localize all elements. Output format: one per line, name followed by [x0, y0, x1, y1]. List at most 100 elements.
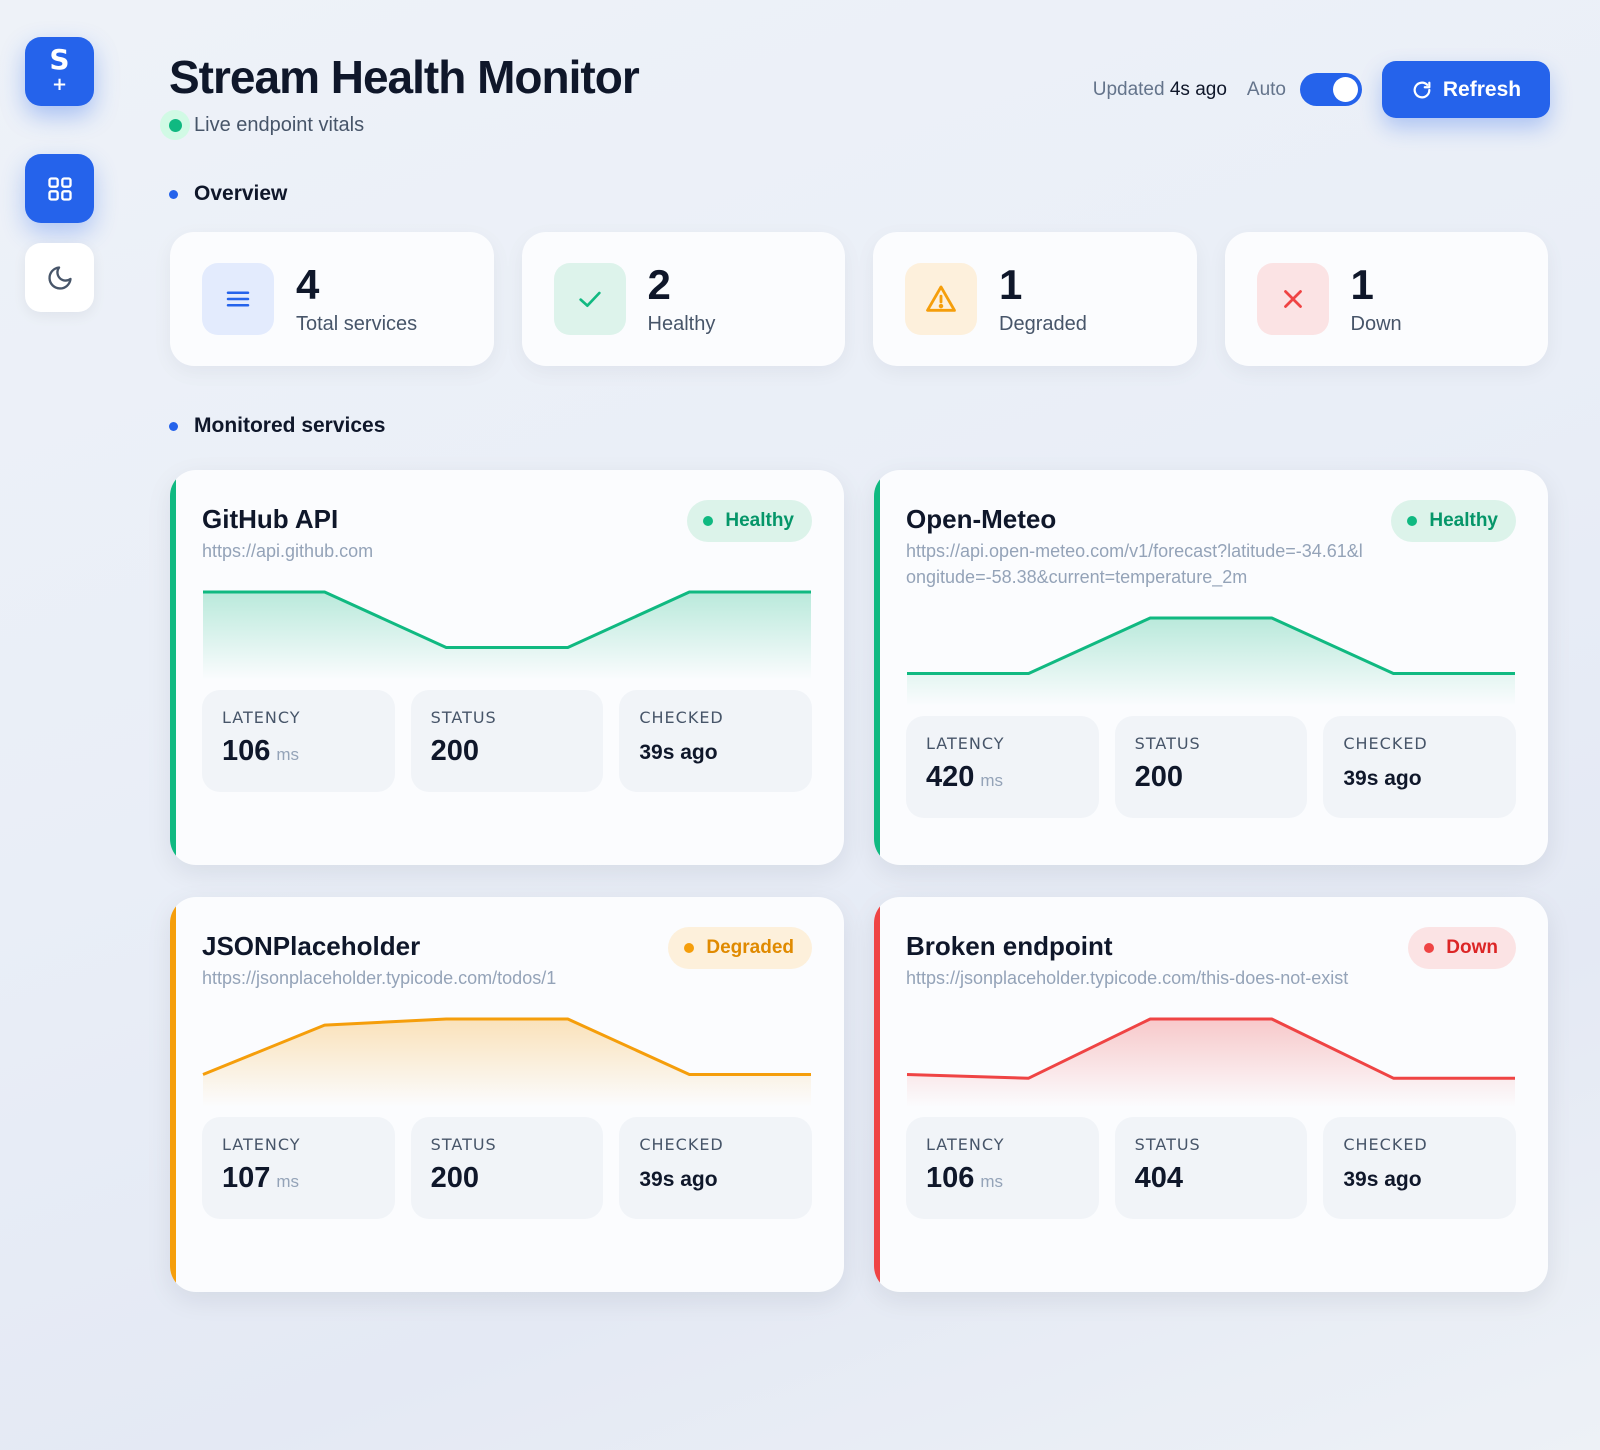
- service-url: https://api.open-meteo.com/v1/forecast?l…: [906, 541, 1363, 587]
- moon-icon: [47, 265, 72, 290]
- status-badge-label: Healthy: [725, 510, 794, 531]
- service-url: https://jsonplaceholder.typicode.com/tod…: [202, 968, 557, 988]
- service-card[interactable]: GitHub API Healthy https://api.github.co…: [170, 470, 844, 865]
- service-name: GitHub API: [202, 504, 339, 534]
- stat-label: Total services: [296, 312, 418, 335]
- x-icon: [1283, 290, 1302, 308]
- app-logo[interactable]: S +: [25, 37, 94, 106]
- status-dot-icon: [1407, 516, 1418, 526]
- status-dot-icon: [684, 943, 695, 953]
- refresh-icon: [1413, 81, 1431, 98]
- subtitle-text: Live endpoint vitals: [194, 113, 365, 136]
- status-badge: Healthy: [1391, 500, 1516, 542]
- latency-metric: LATENCY 106 ms: [906, 1117, 1099, 1219]
- services-heading: Monitored services: [169, 414, 385, 438]
- metric-label: LATENCY: [222, 1135, 301, 1154]
- auto-refresh-toggle[interactable]: [1300, 73, 1362, 106]
- status-metric: STATUS 404: [1114, 1117, 1308, 1219]
- refresh-label: Refresh: [1442, 77, 1522, 101]
- sparkline-area: [203, 592, 811, 680]
- stat-icon-box: [1256, 263, 1329, 335]
- checked-metric: CHECKED 39s ago: [619, 1117, 813, 1219]
- sparkline-area: [907, 1019, 1515, 1107]
- stat-value: 2: [647, 260, 671, 308]
- updated-prefix: Updated: [1092, 78, 1165, 100]
- metric-label: LATENCY: [926, 1135, 1005, 1154]
- stat-icon-box: [553, 263, 626, 335]
- list-icon: [226, 291, 250, 307]
- updated-value: 4s ago: [1169, 78, 1227, 100]
- stat-card-down: 1 Down: [1224, 232, 1548, 366]
- latency-unit: ms: [980, 771, 1004, 790]
- refresh-button[interactable]: Refresh: [1382, 61, 1550, 118]
- metric-label: CHECKED: [1343, 1135, 1428, 1154]
- status-code-value: 200: [1134, 761, 1184, 793]
- grid-icon: [47, 176, 72, 201]
- latency-unit: ms: [276, 745, 300, 764]
- checked-value: 39s ago: [639, 1168, 718, 1191]
- checked-metric: CHECKED 39s ago: [1323, 1117, 1517, 1219]
- checked-value: 39s ago: [1343, 767, 1422, 790]
- status-code-value: 200: [430, 1162, 480, 1194]
- status-metric: STATUS 200: [410, 690, 604, 792]
- latency-metric: LATENCY 106 ms: [202, 690, 395, 792]
- status-badge-label: Down: [1446, 937, 1498, 958]
- status-metric: STATUS 200: [410, 1117, 604, 1219]
- sparkline-area: [203, 1019, 811, 1107]
- stat-label: Degraded: [999, 312, 1087, 335]
- status-accent-bar: [874, 897, 880, 1292]
- overview-heading-text: Overview: [194, 182, 288, 205]
- services-heading-text: Monitored services: [194, 414, 386, 437]
- page-subtitle: Live endpoint vitals: [160, 110, 364, 140]
- dashboard-nav-button[interactable]: [25, 154, 94, 223]
- status-dot-icon: [1424, 943, 1435, 953]
- metric-label: STATUS: [1134, 1135, 1201, 1154]
- metric-label: STATUS: [430, 1135, 497, 1154]
- stat-card-total: 4 Total services: [170, 232, 494, 366]
- stat-label: Down: [1350, 312, 1402, 335]
- stat-card-healthy: 2 Healthy: [521, 232, 845, 366]
- service-name: Open-Meteo: [906, 504, 1057, 534]
- status-accent-bar: [170, 470, 176, 865]
- logo-letter: S: [49, 43, 70, 76]
- checked-metric: CHECKED 39s ago: [619, 690, 813, 792]
- theme-toggle-button[interactable]: [25, 243, 94, 312]
- latency-sparkline: [906, 1017, 1515, 1107]
- status-badge-label: Degraded: [706, 937, 794, 958]
- metric-label: CHECKED: [1343, 734, 1428, 753]
- latency-unit: ms: [980, 1172, 1004, 1191]
- header-controls: Updated 4s ago Auto Refresh: [1093, 61, 1550, 118]
- checked-value: 39s ago: [1343, 1168, 1422, 1191]
- status-badge: Healthy: [687, 500, 812, 542]
- service-card[interactable]: JSONPlaceholder Degraded https://jsonpla…: [170, 897, 844, 1292]
- sidebar: S +: [25, 37, 94, 312]
- check-icon: [578, 291, 601, 307]
- checked-metric: CHECKED 39s ago: [1323, 716, 1517, 818]
- metric-label: CHECKED: [639, 708, 724, 727]
- latency-value: 106 ms: [222, 735, 375, 768]
- status-badge: Down: [1408, 927, 1516, 969]
- service-name: Broken endpoint: [906, 931, 1113, 961]
- last-updated: Updated 4s ago: [1093, 79, 1227, 101]
- latency-value: 420 ms: [926, 761, 1079, 794]
- status-accent-bar: [874, 470, 880, 865]
- latency-unit: ms: [276, 1172, 300, 1191]
- stat-card-degraded: 1 Degraded: [873, 232, 1197, 366]
- status-badge: Degraded: [668, 927, 812, 969]
- service-url: https://api.github.com: [202, 541, 374, 561]
- sparkline-area: [907, 618, 1515, 706]
- latency-sparkline: [203, 590, 811, 680]
- stat-value: 1: [1350, 260, 1374, 308]
- live-indicator-icon: [160, 110, 190, 140]
- metric-label: STATUS: [1134, 734, 1201, 753]
- page-title: Stream Health Monitor: [169, 51, 640, 103]
- warning-icon: [926, 285, 956, 312]
- service-url: https://jsonplaceholder.typicode.com/thi…: [906, 968, 1349, 988]
- latency-number: 107: [222, 1162, 271, 1194]
- service-card[interactable]: Open-Meteo Healthy https://api.open-mete…: [874, 470, 1548, 865]
- checked-value: 39s ago: [639, 741, 718, 764]
- service-card[interactable]: Broken endpoint Down https://jsonplaceho…: [874, 897, 1548, 1292]
- services-grid: GitHub API Healthy https://api.github.co…: [170, 470, 1548, 1292]
- latency-sparkline: [907, 616, 1515, 706]
- overview-heading: Overview: [169, 182, 287, 206]
